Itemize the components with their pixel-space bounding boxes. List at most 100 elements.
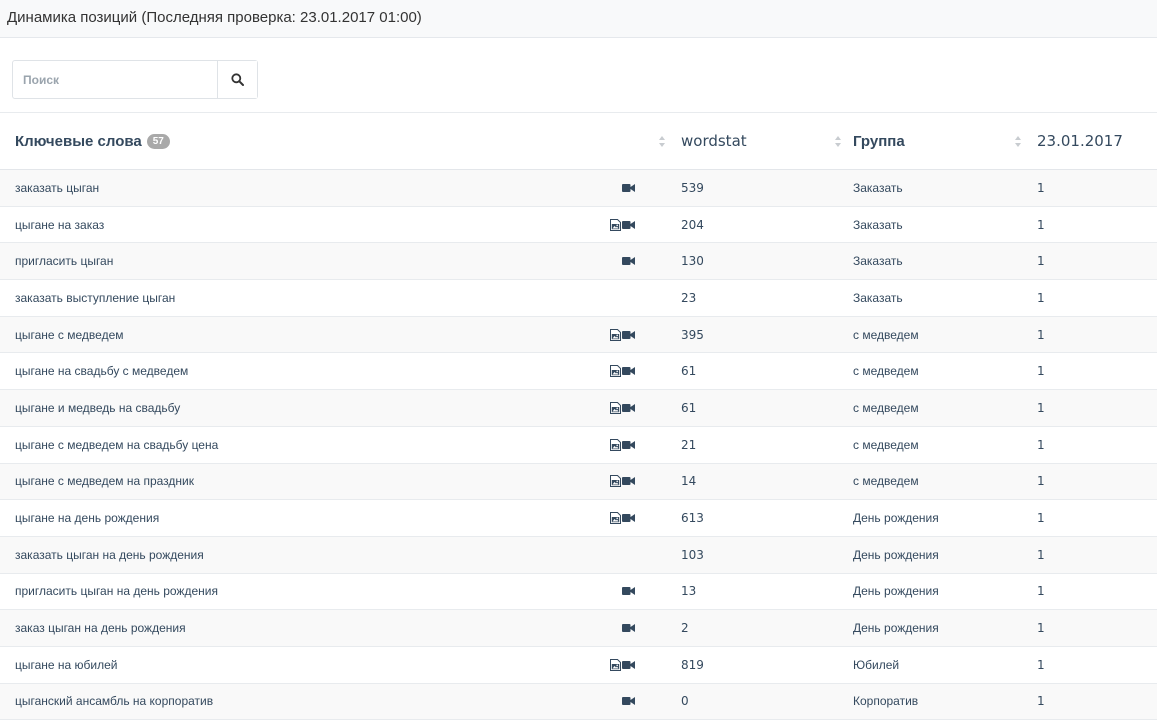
media-icons <box>595 207 635 243</box>
video-icon <box>622 403 635 413</box>
keyword-cell: заказать цыган <box>15 180 100 195</box>
position-cell: 1 <box>1037 290 1045 305</box>
video-icon <box>622 220 635 230</box>
position-cell: 1 <box>1037 364 1045 379</box>
column-header-date[interactable]: 23.01.2017 <box>1037 113 1123 169</box>
image-icon <box>610 218 621 231</box>
sort-icon <box>1015 135 1021 147</box>
keyword-cell: заказать цыган на день рождения <box>15 547 204 562</box>
video-icon <box>622 183 635 193</box>
search-button[interactable] <box>217 61 257 98</box>
group-cell: День рождения <box>853 511 939 526</box>
video-icon <box>622 623 635 633</box>
table-row[interactable]: заказать цыган на день рождения 103 День р… <box>0 536 1157 574</box>
media-icons <box>595 390 635 426</box>
group-cell: День рождения <box>853 584 939 599</box>
media-icons <box>595 647 635 683</box>
video-icon <box>622 696 635 706</box>
keyword-cell: цыгане с медведем на свадьбу цена <box>15 437 219 452</box>
group-cell: с медведем <box>853 364 919 379</box>
page-header: Динамика позиций (Последняя проверка: 23… <box>0 0 1157 38</box>
table-row[interactable]: пригласить цыган на день рождения 13 День … <box>0 574 1157 611</box>
media-icons <box>595 170 635 206</box>
video-icon <box>622 586 635 596</box>
wordstat-cell: 204 <box>681 217 704 232</box>
sort-wordstat-button[interactable] <box>658 113 666 169</box>
image-icon <box>610 365 621 378</box>
video-icon <box>622 366 635 376</box>
wordstat-cell: 613 <box>681 511 704 526</box>
table-row[interactable]: заказ цыган на день рождения 2 День рожден… <box>0 610 1157 647</box>
position-cell: 1 <box>1037 217 1045 232</box>
wordstat-cell: 539 <box>681 180 704 195</box>
column-header-group[interactable]: Группа <box>853 113 905 169</box>
group-cell: Заказать <box>853 180 903 195</box>
table-row[interactable]: цыгане на свадьбу с медведем 61 с медведем… <box>0 353 1157 391</box>
media-icons <box>595 464 635 500</box>
image-icon <box>610 438 621 451</box>
position-cell: 1 <box>1037 547 1045 562</box>
media-icons <box>595 427 635 463</box>
table-row[interactable]: заказать цыган 539 Заказать 1 <box>0 170 1157 207</box>
table-row[interactable]: пригласить цыган 130 Заказать 1 <box>0 243 1157 281</box>
column-header-keywords-label: Ключевые слова <box>15 132 142 150</box>
position-cell: 1 <box>1037 621 1045 636</box>
media-icons <box>595 537 635 573</box>
keyword-cell: цыгане на юбилей <box>15 657 118 672</box>
image-icon <box>610 475 621 488</box>
group-cell: День рождения <box>853 547 939 562</box>
search-input[interactable] <box>13 61 217 98</box>
image-icon <box>610 658 621 671</box>
group-cell: с медведем <box>853 437 919 452</box>
position-cell: 1 <box>1037 327 1045 342</box>
media-icons <box>595 684 635 720</box>
keyword-cell: цыгане на заказ <box>15 217 105 232</box>
keyword-cell: цыгане на день рождения <box>15 511 160 526</box>
wordstat-cell: 0 <box>681 694 689 709</box>
wordstat-cell: 103 <box>681 547 704 562</box>
position-cell: 1 <box>1037 694 1045 709</box>
table-header: Ключевые слова 57 wordstat Группа 23.01.… <box>0 113 1157 170</box>
keywords-count-badge: 57 <box>146 133 170 149</box>
position-cell: 1 <box>1037 474 1045 489</box>
positions-table: Ключевые слова 57 wordstat Группа 23.01.… <box>0 112 1157 721</box>
table-row[interactable]: цыгане на заказ 204 Заказать 1 <box>0 207 1157 244</box>
wordstat-cell: 819 <box>681 657 704 672</box>
table-row[interactable]: цыгане на юбилей 819 Юбилей 1 <box>0 647 1157 684</box>
wordstat-cell: 395 <box>681 327 704 342</box>
sort-group-button[interactable] <box>834 113 842 169</box>
table-row[interactable]: цыганский ансамбль на корпоратив 0 Корпора… <box>0 683 1157 721</box>
column-header-wordstat[interactable]: wordstat <box>681 113 747 169</box>
table-row[interactable]: цыгане на день рождения 613 День рождения 1 <box>0 500 1157 537</box>
wordstat-cell: 130 <box>681 254 704 269</box>
keyword-cell: цыганский ансамбль на корпоратив <box>15 694 214 709</box>
table-row[interactable]: цыгане с медведем на праздник 14 с медведе… <box>0 463 1157 501</box>
wordstat-cell: 14 <box>681 474 697 489</box>
page-title: Динамика позиций (Последняя проверка: 23… <box>7 9 422 26</box>
media-icons <box>595 500 635 536</box>
wordstat-cell: 2 <box>681 621 689 636</box>
keyword-cell: заказать выступление цыган <box>15 290 176 305</box>
keyword-cell: заказ цыган на день рождения <box>15 621 186 636</box>
group-cell: Юбилей <box>853 657 900 672</box>
sort-icon <box>835 135 841 147</box>
group-cell: День рождения <box>853 621 939 636</box>
keyword-cell: пригласить цыган на день рождения <box>15 584 218 599</box>
wordstat-cell: 13 <box>681 584 697 599</box>
table-row[interactable]: заказать выступление цыган 23 Заказать 1 <box>0 280 1157 317</box>
table-row[interactable]: цыгане и медведь на свадьбу 61 с медведем 1 <box>0 390 1157 427</box>
table-row[interactable]: цыгане с медведем 395 с медведем 1 <box>0 316 1157 354</box>
wordstat-cell: 61 <box>681 364 697 379</box>
video-icon <box>622 476 635 486</box>
wordstat-cell: 23 <box>681 290 697 305</box>
keyword-cell: цыгане и медведь на свадьбу <box>15 400 181 415</box>
wordstat-cell: 61 <box>681 400 697 415</box>
group-cell: Заказать <box>853 254 903 269</box>
video-icon <box>622 330 635 340</box>
group-cell: с медведем <box>853 327 919 342</box>
sort-date-button[interactable] <box>1014 113 1022 169</box>
media-icons <box>595 317 635 353</box>
media-icons <box>595 610 635 646</box>
table-row[interactable]: цыгане с медведем на свадьбу цена 21 с мед… <box>0 427 1157 464</box>
image-icon <box>610 401 621 414</box>
